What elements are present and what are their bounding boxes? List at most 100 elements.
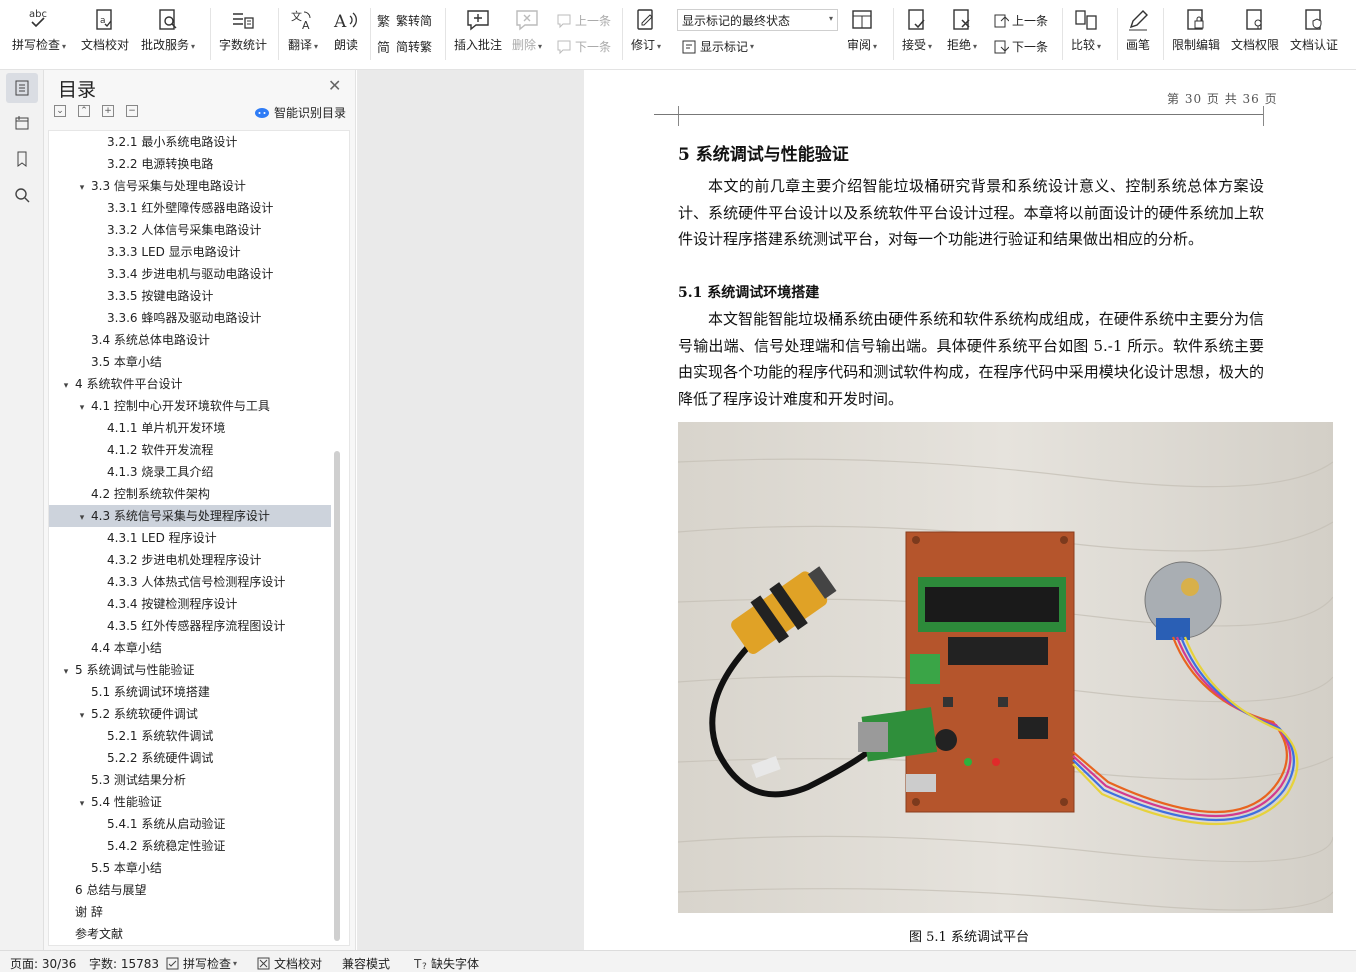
- toc-item[interactable]: 5.4.2 系统稳定性验证: [49, 835, 331, 857]
- chevron-down-icon: ▾: [828, 14, 833, 23]
- next-change-button[interactable]: 下一条: [993, 38, 1048, 55]
- toc-item[interactable]: 4.3.1 LED 程序设计: [49, 527, 331, 549]
- remove-heading-icon[interactable]: −: [126, 105, 138, 117]
- smart-toc-button[interactable]: 智能识别目录: [254, 104, 346, 121]
- toc-item[interactable]: 3.3.6 蜂鸣器及驱动电路设计: [49, 307, 331, 329]
- body-paragraph: 本文的前几章主要介绍智能垃圾桶研究背景和系统设计意义、控制系统总体方案设计、系统…: [678, 177, 1264, 248]
- font-warning-icon: T?: [414, 957, 427, 970]
- toc-item[interactable]: 5.2.2 系统硬件调试: [49, 747, 331, 769]
- toc-item[interactable]: 4.1.1 单片机开发环境: [49, 417, 331, 439]
- page-status[interactable]: 页面: 30/36: [10, 955, 76, 972]
- toc-item[interactable]: 5.2.1 系统软件调试: [49, 725, 331, 747]
- word-count-button[interactable]: 字数统计: [219, 6, 267, 62]
- toc-item[interactable]: 5.3 测试结果分析: [49, 769, 331, 791]
- expand-up-icon[interactable]: ⌃: [78, 105, 90, 117]
- toc-item[interactable]: 4.2 控制系统软件架构: [49, 483, 331, 505]
- toc-item[interactable]: 4.3.2 步进电机处理程序设计: [49, 549, 331, 571]
- simp-to-trad-button[interactable]: 简 简转繁: [377, 38, 432, 55]
- toc-item[interactable]: 谢 辞: [49, 901, 331, 923]
- toc-item[interactable]: 4.3.3 人体热式信号检测程序设计: [49, 571, 331, 593]
- next-comment-button[interactable]: 下一条: [556, 38, 611, 55]
- toc-item-label: 5 系统调试与性能验证: [75, 663, 195, 677]
- doc-proof-button[interactable]: a 文档校对: [81, 6, 129, 62]
- doc-permission-button[interactable]: 文档权限: [1231, 6, 1279, 62]
- close-icon[interactable]: ✕: [328, 76, 341, 95]
- toc-item[interactable]: 6 总结与展望: [49, 879, 331, 901]
- toc-item[interactable]: ▾ 4.1 控制中心开发环境软件与工具: [49, 395, 331, 417]
- show-markup-button[interactable]: 显示标记 ▾: [681, 38, 754, 55]
- missing-font-status[interactable]: T? 缺失字体: [414, 955, 479, 972]
- toc-item[interactable]: ▾ 5.4 性能验证: [49, 791, 331, 813]
- figure-photo[interactable]: [678, 422, 1333, 913]
- add-heading-icon[interactable]: +: [102, 105, 114, 117]
- doc-cert-button[interactable]: 文档认证: [1290, 6, 1338, 62]
- spell-check-button[interactable]: abc 拼写检查 ▾: [12, 6, 66, 62]
- delete-comment-button[interactable]: 删除 ▾: [512, 6, 542, 62]
- toc-item[interactable]: ▾ 4 系统软件平台设计: [49, 373, 331, 395]
- toc-tab-button[interactable]: [6, 73, 38, 103]
- toc-item-label: 3.3.5 按键电路设计: [107, 289, 214, 303]
- toc-item[interactable]: 3.3.1 红外壁障传感器电路设计: [49, 197, 331, 219]
- show-markup-icon: [682, 40, 696, 53]
- ai-cloud-icon: [255, 107, 269, 118]
- trad-to-simp-button[interactable]: 繁 繁转简: [377, 12, 432, 29]
- chevron-down-icon[interactable]: ▾: [75, 793, 89, 815]
- chevron-down-icon[interactable]: ▾: [75, 177, 89, 199]
- prev-change-button[interactable]: 上一条: [993, 12, 1048, 29]
- toc-item[interactable]: 3.5 本章小结: [49, 351, 331, 373]
- toc-item[interactable]: 3.3.3 LED 显示电路设计: [49, 241, 331, 263]
- toc-item[interactable]: 4.1.2 软件开发流程: [49, 439, 331, 461]
- toc-item[interactable]: ▾ 3.3 信号采集与处理电路设计: [49, 175, 331, 197]
- reject-button[interactable]: 拒绝 ▾: [947, 6, 977, 62]
- ink-button[interactable]: 画笔: [1126, 6, 1150, 62]
- svg-text:简: 简: [377, 40, 390, 55]
- spell-check-status[interactable]: 拼写检查 ▾: [166, 955, 237, 972]
- chevron-down-icon[interactable]: ▾: [75, 705, 89, 727]
- ribbon-divider: [1163, 8, 1164, 60]
- chevron-down-icon[interactable]: ▾: [59, 661, 73, 683]
- toc-item-label: 5.4.1 系统从启动验证: [107, 817, 226, 831]
- chevron-down-icon[interactable]: ▾: [75, 397, 89, 419]
- translate-button[interactable]: 文A 翻译 ▾: [288, 6, 318, 62]
- toc-item[interactable]: 3.2.2 电源转换电路: [49, 153, 331, 175]
- bookmark-button[interactable]: [6, 144, 38, 174]
- proof-status[interactable]: 文档校对: [257, 955, 322, 972]
- search-button[interactable]: [6, 180, 38, 210]
- toc-item[interactable]: 4.4 本章小结: [49, 637, 331, 659]
- track-changes-icon: [634, 6, 658, 32]
- insert-comment-button[interactable]: 插入批注: [454, 6, 502, 62]
- chevron-down-icon[interactable]: ▾: [75, 507, 89, 529]
- restrict-edit-button[interactable]: 限制编辑: [1172, 6, 1220, 62]
- toc-item[interactable]: 3.3.2 人体信号采集电路设计: [49, 219, 331, 241]
- toc-item[interactable]: 4.3.4 按键检测程序设计: [49, 593, 331, 615]
- toc-item[interactable]: 5.4.1 系统从启动验证: [49, 813, 331, 835]
- word-count-status[interactable]: 字数: 15783: [89, 955, 159, 972]
- toc-item[interactable]: 4.1.3 烧录工具介绍: [49, 461, 331, 483]
- track-changes-button[interactable]: 修订 ▾: [631, 6, 661, 62]
- toc-item[interactable]: 3.3.5 按键电路设计: [49, 285, 331, 307]
- toc-item[interactable]: 4.3.5 红外传感器程序流程图设计: [49, 615, 331, 637]
- review-button[interactable]: 审阅 ▾: [847, 6, 877, 62]
- next-comment-icon: [557, 40, 571, 54]
- markup-state-select[interactable]: 显示标记的最终状态 ▾: [677, 9, 838, 31]
- prev-comment-button[interactable]: 上一条: [556, 12, 611, 29]
- read-aloud-button[interactable]: A 朗读: [333, 6, 359, 62]
- toc-item[interactable]: 3.3.4 步进电机与驱动电路设计: [49, 263, 331, 285]
- toc-scrollbar[interactable]: [334, 451, 340, 941]
- batch-service-button[interactable]: 批改服务 ▾: [141, 6, 195, 62]
- toc-item[interactable]: 3.2.1 最小系统电路设计: [49, 131, 331, 153]
- toc-item[interactable]: 参考文献: [49, 923, 331, 945]
- chevron-down-icon[interactable]: ▾: [59, 375, 73, 397]
- toc-item[interactable]: ▾ 5 系统调试与性能验证: [49, 659, 331, 681]
- chapter-nav-button[interactable]: [6, 108, 38, 138]
- toc-item-label: 4.3.4 按键检测程序设计: [107, 597, 238, 611]
- toc-item[interactable]: 5.1 系统调试环境搭建: [49, 681, 331, 703]
- toc-item[interactable]: 5.5 本章小结: [49, 857, 331, 879]
- accept-button[interactable]: 接受 ▾: [902, 6, 932, 62]
- toc-item[interactable]: ▾ 5.2 系统软硬件调试: [49, 703, 331, 725]
- svg-text:?: ?: [422, 962, 427, 970]
- compare-button[interactable]: 比较 ▾: [1071, 6, 1101, 62]
- collapse-all-icon[interactable]: ⌄: [54, 105, 66, 117]
- toc-item[interactable]: ▾ 4.3 系统信号采集与处理程序设计: [49, 505, 331, 527]
- toc-item[interactable]: 3.4 系统总体电路设计: [49, 329, 331, 351]
